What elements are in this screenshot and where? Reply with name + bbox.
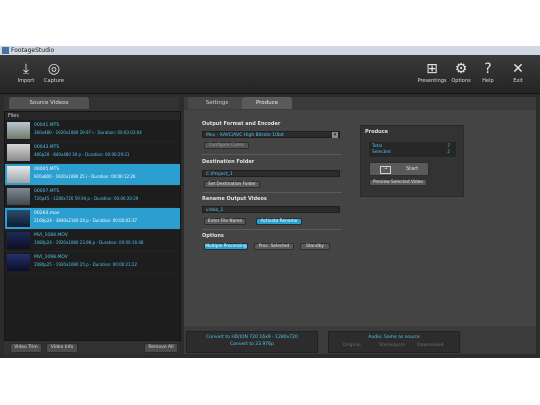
file-name: 00264.mov — [34, 211, 60, 216]
capture-icon: ◎ — [47, 61, 61, 77]
activate-rename-button[interactable]: Activate Rename — [256, 218, 302, 225]
remove-all-button[interactable]: Remove All — [144, 343, 178, 353]
format-value: Mov - XAVC/AVC High Bitrate 10bit — [206, 133, 284, 138]
video-thumbnail — [7, 254, 30, 271]
selected-label: Selected — [372, 150, 391, 155]
import-icon: ⤓ — [22, 61, 30, 77]
file-meta: 1080p25 - 1920x1080 25 p - Duration: 00:… — [34, 262, 138, 267]
export-icon: → — [380, 166, 391, 174]
divider — [202, 154, 342, 155]
video-thumbnail — [7, 166, 30, 183]
rename-heading: Rename Output Videos — [202, 196, 267, 202]
list-item[interactable]: MVI_1088.MOV 1080p24 - 1920x1080 23.98 p… — [5, 230, 180, 252]
list-item[interactable]: 00041.MTS 360x480 - 1920x1080 29.97 i - … — [5, 120, 180, 142]
start-label: Start — [406, 166, 419, 172]
file-name: MVI_1098.MOV — [34, 255, 68, 260]
audio-line-1: Audio: Same as source — [368, 335, 420, 340]
video-thumbnail — [7, 122, 30, 139]
output-format-heading: Output Format and Encoder — [202, 121, 281, 127]
produce-content: Output Format and Encoder Mov - XAVC/AVC… — [184, 110, 536, 326]
status-footer: Convert to HD/ION 720 16x9 - 1280x720 Co… — [184, 328, 536, 354]
set-destination-button[interactable]: Set Destination Folder — [204, 181, 260, 188]
audio-info: Audio: Same as source Original Stereo/pc… — [328, 331, 460, 353]
capture-button[interactable]: ◎ Capture — [38, 58, 70, 90]
produce-box: Produce Total 7 Selected 2 → Start Previ… — [360, 125, 464, 197]
file-list[interactable]: Files 00041.MTS 360x480 - 1920x1080 29.9… — [4, 111, 181, 341]
files-label: Files — [5, 112, 180, 120]
title-bar: FootageStudio — [0, 46, 540, 55]
destination-field[interactable]: C:\Project_1 — [202, 170, 340, 177]
multiple-processing-button[interactable]: Multiple Processing — [204, 243, 248, 250]
audio-option-stereo[interactable]: Stereo/pcm — [379, 343, 405, 348]
list-item[interactable]: 00043.MTS 480p28 - 840x480 30 p - Durati… — [5, 142, 180, 164]
file-meta: 480p28 - 840x480 30 p - Duration: 00:00:… — [34, 152, 130, 157]
standby-button[interactable]: Standby — [300, 243, 330, 250]
file-meta: 1080p24 - 1920x1080 23.98 p - Duration: … — [34, 240, 144, 245]
tab-source-videos[interactable]: Source Videos — [9, 97, 89, 109]
file-name: 00007.MTS — [34, 189, 60, 194]
grid-icon: ⊞ — [426, 61, 438, 77]
video-thumbnail — [7, 188, 30, 205]
help-button[interactable]: ? Help — [472, 58, 504, 90]
convert-line-1: Convert to HD/ION 720 16x9 - 1280x720 — [206, 335, 298, 340]
produce-title: Produce — [365, 129, 389, 135]
presentings-button[interactable]: ⊞ Presentings — [416, 58, 448, 90]
main-area: Source Videos Files 00041.MTS 360x480 - … — [0, 94, 540, 358]
options-heading: Options — [202, 233, 224, 239]
file-name: 00041.MTS — [34, 123, 60, 128]
help-icon: ? — [484, 61, 492, 77]
window-title: FootageStudio — [11, 47, 55, 54]
capture-label: Capture — [44, 78, 64, 84]
video-thumbnail — [7, 144, 30, 161]
file-meta: 2160p24 - 3840x2160 24 p - Duration: 00:… — [34, 218, 138, 223]
divider — [202, 192, 342, 193]
file-name: 00005.MTS — [34, 167, 60, 172]
convert-info: Convert to HD/ION 720 16x9 - 1280x720 Co… — [186, 331, 318, 353]
chevron-down-icon: ▾ — [332, 132, 338, 138]
video-trim-button[interactable]: Video Trim — [10, 343, 42, 353]
video-info-button[interactable]: Video Info — [46, 343, 78, 353]
close-icon: ✕ — [512, 61, 524, 77]
convert-line-2: Convert to 23.976p — [230, 342, 274, 347]
selected-value: 2 — [447, 150, 450, 155]
file-name: 00043.MTS — [34, 145, 60, 150]
file-meta: 920x800 - 1920x1080 25 i - Duration: 00:… — [34, 174, 136, 179]
produce-stats: Total 7 Selected 2 — [369, 142, 456, 157]
toolbar: ⤓ Import ◎ Capture ⊞ Presentings ⚙ Optio… — [0, 55, 540, 94]
preview-selected-button[interactable]: Preview Selected Video — [369, 179, 427, 186]
gear-icon: ⚙ — [454, 61, 468, 77]
configure-codec-button[interactable]: Configure Codec — [204, 142, 249, 149]
start-button[interactable]: → Start — [369, 162, 429, 176]
list-item[interactable]: MVI_1098.MOV 1080p25 - 1920x1080 25 p - … — [5, 252, 180, 274]
total-label: Total — [372, 144, 383, 149]
format-select[interactable]: Mov - XAVC/AVC High Bitrate 10bit ▾ — [202, 131, 340, 138]
divider — [202, 229, 342, 230]
source-panel: Source Videos Files 00041.MTS 360x480 - … — [4, 97, 181, 354]
presentings-label: Presentings — [417, 78, 447, 84]
tab-settings[interactable]: Settings — [188, 97, 246, 109]
audio-option-downmixed[interactable]: Downmixed — [417, 343, 444, 348]
file-meta: 720p45 - 1280x720 59.94 p - Duration: 00… — [34, 196, 139, 201]
help-label: Help — [482, 78, 494, 84]
exit-button[interactable]: ✕ Exit — [502, 58, 534, 90]
enter-file-name-button[interactable]: Enter File Name — [204, 218, 246, 225]
app-window: FootageStudio ⤓ Import ◎ Capture ⊞ Prese… — [0, 46, 540, 358]
list-item[interactable]: 00005.MTS 920x800 - 1920x1080 25 i - Dur… — [5, 164, 180, 186]
video-thumbnail — [7, 232, 30, 249]
list-item[interactable]: 00007.MTS 720p45 - 1280x720 59.94 p - Du… — [5, 186, 180, 208]
destination-heading: Destination Folder — [202, 159, 255, 165]
rename-field[interactable]: video_1 — [202, 206, 340, 213]
file-name: MVI_1088.MOV — [34, 233, 68, 238]
proc-selected-button[interactable]: Proc. Selected — [254, 243, 294, 250]
list-item[interactable]: 00264.mov 2160p24 - 3840x2160 24 p - Dur… — [5, 208, 180, 230]
audio-option-original[interactable]: Original — [343, 343, 361, 348]
total-value: 7 — [447, 144, 450, 149]
exit-label: Exit — [513, 78, 523, 84]
settings-panel: Settings Produce Output Format and Encod… — [184, 97, 536, 354]
app-icon — [2, 47, 9, 54]
video-thumbnail — [7, 210, 30, 227]
tab-produce[interactable]: Produce — [242, 97, 292, 109]
file-meta: 360x480 - 1920x1080 29.97 i - Duration: … — [34, 130, 142, 135]
